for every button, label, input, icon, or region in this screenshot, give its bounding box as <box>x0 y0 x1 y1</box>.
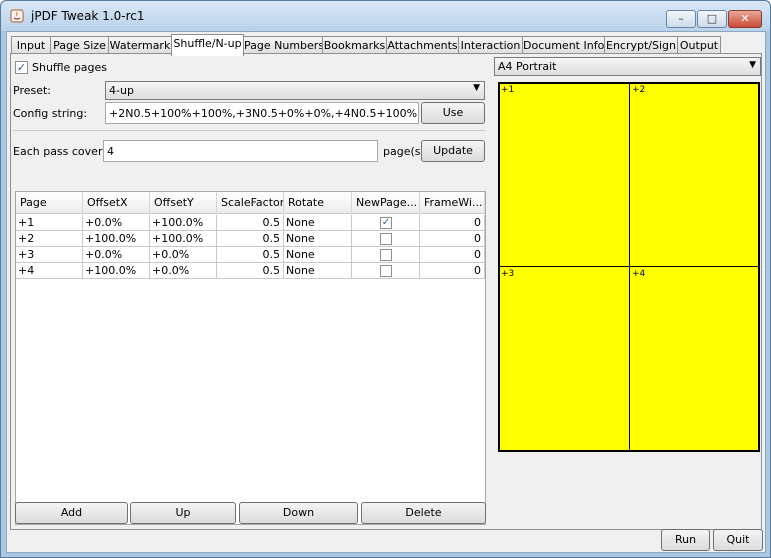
cell-offsety[interactable]: +0.0% <box>150 247 217 263</box>
column-header-page[interactable]: Page <box>16 192 83 214</box>
preset-select[interactable]: 4-up ▼ <box>105 81 485 100</box>
paper-size-value: A4 Portrait <box>498 60 557 73</box>
column-header-offsetx[interactable]: OffsetX <box>83 192 150 214</box>
preview-cell-label: +3 <box>501 269 515 279</box>
preview-cell-label: +1 <box>501 85 515 95</box>
main-content: Input Page Size Watermark Shuffle/N-up P… <box>6 31 766 553</box>
update-button[interactable]: Update <box>421 140 485 162</box>
newpage-checkbox[interactable] <box>380 249 392 261</box>
java-app-icon <box>10 9 24 23</box>
cell-framewidth[interactable]: 0 <box>420 263 485 279</box>
cell-newpage <box>352 263 420 279</box>
cell-offsetx[interactable]: +100.0% <box>83 263 150 279</box>
chevron-down-icon: ▼ <box>749 60 756 70</box>
use-button[interactable]: Use <box>421 102 485 124</box>
paper-size-select[interactable]: A4 Portrait ▼ <box>494 57 761 76</box>
table-row[interactable]: +1 +0.0% +100.0% 0.5 None ✓ 0 <box>16 215 485 231</box>
preset-value: 4-up <box>109 84 134 97</box>
table-row[interactable]: +3 +0.0% +0.0% 0.5 None 0 <box>16 247 485 263</box>
down-button[interactable]: Down <box>239 502 358 524</box>
cell-rotate[interactable]: None <box>284 263 352 279</box>
maximize-button[interactable]: □ <box>697 10 727 28</box>
cell-page[interactable]: +4 <box>16 263 83 279</box>
cell-framewidth[interactable]: 0 <box>420 231 485 247</box>
preview-divider-vertical <box>629 84 630 450</box>
window-title: jPDF Tweak 1.0-rc1 <box>31 9 145 23</box>
app-window: jPDF Tweak 1.0-rc1 – □ ✕ Input Page Size… <box>0 0 771 558</box>
preview-divider-horizontal <box>500 266 758 267</box>
cell-page[interactable]: +2 <box>16 231 83 247</box>
close-button[interactable]: ✕ <box>728 10 762 28</box>
add-button[interactable]: Add <box>15 502 128 524</box>
cell-page[interactable]: +1 <box>16 215 83 231</box>
delete-button[interactable]: Delete <box>361 502 486 524</box>
newpage-checkbox[interactable]: ✓ <box>380 217 392 229</box>
cell-newpage <box>352 231 420 247</box>
up-button[interactable]: Up <box>130 502 236 524</box>
table-row[interactable]: +2 +100.0% +100.0% 0.5 None 0 <box>16 231 485 247</box>
cell-offsetx[interactable]: +0.0% <box>83 215 150 231</box>
cell-offsety[interactable]: +0.0% <box>150 263 217 279</box>
column-header-rotate[interactable]: Rotate <box>284 192 352 214</box>
cell-newpage: ✓ <box>352 215 420 231</box>
preview-cell-label: +4 <box>632 269 646 279</box>
shuffle-table[interactable]: Page OffsetX OffsetY ScaleFactor Rotate … <box>15 191 486 525</box>
column-header-framewidth[interactable]: FrameWi... <box>420 192 485 214</box>
preview-cell-label: +2 <box>632 85 646 95</box>
shuffle-panel: ✓ Shuffle pages Preset: 4-up ▼ Config st… <box>10 53 762 530</box>
cell-offsetx[interactable]: +100.0% <box>83 231 150 247</box>
nup-preview: +1 +2 +3 +4 <box>498 82 760 452</box>
cell-framewidth[interactable]: 0 <box>420 215 485 231</box>
cell-scalefactor[interactable]: 0.5 <box>217 247 284 263</box>
column-header-scalefactor[interactable]: ScaleFactor <box>217 192 284 214</box>
cell-page[interactable]: +3 <box>16 247 83 263</box>
shuffle-pages-label: Shuffle pages <box>32 61 108 74</box>
minimize-button[interactable]: – <box>666 10 696 28</box>
config-string-input[interactable]: +2N0.5+100%+100%,+3N0.5+0%+0%,+4N0.5+100… <box>105 102 419 124</box>
table-row[interactable]: +4 +100.0% +0.0% 0.5 None 0 <box>16 263 485 279</box>
config-string-label: Config string: <box>13 107 88 120</box>
tab-shuffle-nup[interactable]: Shuffle/N-up <box>171 34 244 56</box>
cell-framewidth[interactable]: 0 <box>420 247 485 263</box>
chevron-down-icon: ▼ <box>473 83 480 93</box>
cell-offsetx[interactable]: +0.0% <box>83 247 150 263</box>
cell-scalefactor[interactable]: 0.5 <box>217 215 284 231</box>
cell-rotate[interactable]: None <box>284 215 352 231</box>
quit-button[interactable]: Quit <box>713 529 763 551</box>
table-header: Page OffsetX OffsetY ScaleFactor Rotate … <box>16 192 485 214</box>
title-bar: jPDF Tweak 1.0-rc1 – □ ✕ <box>1 1 770 31</box>
newpage-checkbox[interactable] <box>380 233 392 245</box>
preset-label: Preset: <box>13 84 52 97</box>
cell-newpage <box>352 247 420 263</box>
cell-offsety[interactable]: +100.0% <box>150 215 217 231</box>
run-button[interactable]: Run <box>661 529 710 551</box>
column-header-offsety[interactable]: OffsetY <box>150 192 217 214</box>
newpage-checkbox[interactable] <box>380 265 392 277</box>
column-header-newpage[interactable]: NewPage... <box>352 192 420 214</box>
cell-scalefactor[interactable]: 0.5 <box>217 231 284 247</box>
cell-offsety[interactable]: +100.0% <box>150 231 217 247</box>
pass-covers-label: Each pass covers <box>13 145 109 158</box>
pass-covers-input[interactable]: 4 <box>103 140 378 162</box>
separator <box>13 130 485 131</box>
cell-scalefactor[interactable]: 0.5 <box>217 263 284 279</box>
pages-unit-label: page(s) <box>383 145 425 158</box>
cell-rotate[interactable]: None <box>284 231 352 247</box>
shuffle-pages-checkbox[interactable]: ✓ <box>15 61 28 74</box>
cell-rotate[interactable]: None <box>284 247 352 263</box>
